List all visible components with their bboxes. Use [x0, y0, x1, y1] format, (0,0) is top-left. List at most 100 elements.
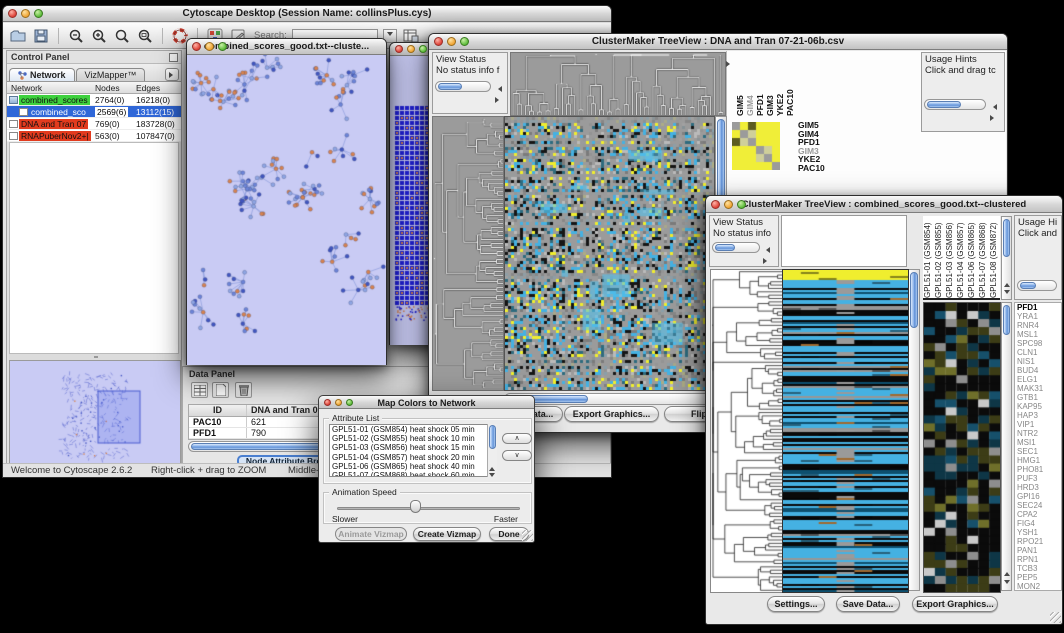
scroll-left-icon[interactable]	[763, 247, 770, 253]
new-attribute-icon[interactable]	[212, 382, 229, 398]
mini-heatmap[interactable]	[732, 122, 780, 170]
usage-hints-scrollbar[interactable]	[924, 99, 986, 110]
scroll-right-icon[interactable]	[763, 258, 770, 264]
attribute-item[interactable]: GPL51-01 (GSM854) heat shock 05 min	[330, 425, 496, 434]
save-icon[interactable]	[32, 27, 50, 45]
network-canvas[interactable]	[187, 55, 386, 365]
create-vizmap-button[interactable]: Create Vizmap	[413, 527, 481, 541]
gene-label[interactable]: HMG1	[1017, 456, 1061, 465]
view-status-scrollbar[interactable]	[435, 81, 491, 92]
scrollbar-thumb[interactable]	[438, 83, 462, 90]
scroll-up-icon[interactable]	[1002, 279, 1011, 288]
summary-heatmap[interactable]	[923, 302, 1001, 593]
gene-label[interactable]: SEC1	[1017, 447, 1061, 456]
tab-overflow-button[interactable]	[165, 68, 179, 81]
attribute-list-scrollbar[interactable]	[487, 424, 497, 477]
gene-label[interactable]: MON2	[1017, 582, 1061, 591]
gene-label[interactable]: GPI16	[1017, 492, 1061, 501]
scroll-down-icon[interactable]	[1002, 289, 1011, 298]
scrollbar-thumb[interactable]	[910, 272, 918, 328]
gene-label[interactable]: NIS1	[1017, 357, 1061, 366]
open-folder-icon[interactable]	[9, 27, 27, 45]
delete-attribute-icon[interactable]	[235, 382, 252, 398]
scrollbar-thumb[interactable]	[1020, 282, 1036, 289]
zoom-selected-icon[interactable]	[113, 27, 131, 45]
scroll-left-icon[interactable]	[990, 104, 997, 110]
gene-label[interactable]: YRA1	[1017, 312, 1061, 321]
scrollbar-thumb[interactable]	[489, 425, 496, 449]
col-nodes[interactable]: Nodes	[95, 83, 120, 93]
minimize-button[interactable]	[724, 200, 733, 209]
gene-label[interactable]: FIG4	[1017, 519, 1061, 528]
dialog-titlebar[interactable]: Map Colors to Network	[319, 396, 534, 409]
minimize-button[interactable]	[335, 399, 342, 406]
scrollbar-thumb[interactable]	[1003, 219, 1010, 257]
gene-label[interactable]: PUF3	[1017, 474, 1061, 483]
scrollbar-thumb[interactable]	[1003, 305, 1010, 335]
row-dendrogram[interactable]	[432, 116, 504, 391]
resize-grip[interactable]	[522, 530, 533, 541]
row-dendrogram[interactable]	[710, 269, 783, 593]
heatmap-canvas[interactable]	[782, 269, 909, 593]
zoom-out-icon[interactable]	[67, 27, 85, 45]
speed-slider-track[interactable]	[337, 507, 520, 510]
attribute-item[interactable]: GPL51-06 (GSM865) heat shock 40 min	[330, 462, 496, 471]
gene-label[interactable]: HAP3	[1017, 411, 1061, 420]
float-panel-icon[interactable]	[169, 53, 178, 62]
gene-label[interactable]: CPA2	[1017, 510, 1061, 519]
column-labels-scrollbar[interactable]	[1001, 216, 1012, 300]
gene-label[interactable]: SPC98	[1017, 339, 1061, 348]
gene-label[interactable]: HRD3	[1017, 483, 1061, 492]
scroll-right-icon[interactable]	[495, 97, 502, 103]
scrollbar-thumb[interactable]	[927, 101, 961, 108]
tv2-titlebar[interactable]: ClusterMaker TreeView : combined_scores_…	[706, 196, 1062, 213]
net1-titlebar[interactable]: combined_scores_good.txt--cluste...	[187, 39, 386, 55]
gene-label[interactable]: TCB3	[1017, 564, 1061, 573]
tab-network[interactable]: Network	[9, 68, 75, 81]
scroll-down-icon[interactable]	[489, 473, 495, 480]
gene-label[interactable]: RNR4	[1017, 321, 1061, 330]
tab-vizmapper[interactable]: VizMapper™	[76, 68, 146, 81]
network-row-combined-sco-selected[interactable]: combined_sco 2569(6) 13112(15)	[7, 106, 181, 118]
gene-label[interactable]: CLN1	[1017, 348, 1061, 357]
gene-label[interactable]: VIP1	[1017, 420, 1061, 429]
gene-label[interactable]: MSL1	[1017, 330, 1061, 339]
gene-list-scrollbar[interactable]	[1001, 302, 1012, 591]
scroll-right-icon[interactable]	[990, 115, 997, 121]
usage-hints-scrollbar[interactable]	[1017, 280, 1057, 291]
gene-label[interactable]: NTR2	[1017, 429, 1061, 438]
scroll-up-icon[interactable]	[1002, 568, 1011, 577]
gene-label[interactable]: KAP95	[1017, 402, 1061, 411]
speed-slider-thumb[interactable]	[410, 500, 421, 513]
network-row-dna-tran[interactable]: DNA and Tran 07 769(0) 183728(0)	[7, 118, 181, 130]
attribute-item[interactable]: GPL51-03 (GSM856) heat shock 15 min	[330, 443, 496, 452]
minimize-button[interactable]	[407, 45, 415, 53]
gene-label[interactable]: PFD1	[1017, 303, 1061, 312]
close-button[interactable]	[8, 9, 17, 18]
attribute-item[interactable]: GPL51-07 (GSM868) heat shock 60 min	[330, 471, 496, 477]
tv1-titlebar[interactable]: ClusterMaker TreeView : DNA and Tran 07-…	[429, 34, 1007, 50]
view-status-scrollbar[interactable]	[712, 242, 760, 253]
gene-label[interactable]: MSI1	[1017, 438, 1061, 447]
move-up-button[interactable]: ∧	[502, 433, 532, 444]
column-tree-area[interactable]	[781, 215, 907, 267]
heatmap-canvas[interactable]	[504, 116, 715, 391]
export-graphics-button[interactable]: Export Graphics...	[912, 596, 998, 612]
network-list-area[interactable]	[9, 142, 179, 354]
attribute-item[interactable]: GPL51-02 (GSM855) heat shock 10 min	[330, 434, 496, 443]
heatmap-vscrollbar[interactable]	[908, 269, 920, 591]
gene-label[interactable]: ELG1	[1017, 375, 1061, 384]
gene-label[interactable]: PHO81	[1017, 465, 1061, 474]
gene-label[interactable]: RPO21	[1017, 537, 1061, 546]
gene-label[interactable]: PEP5	[1017, 573, 1061, 582]
save-data-button[interactable]: Save Data...	[836, 596, 900, 612]
gene-label[interactable]: GTB1	[1017, 393, 1061, 402]
network-row-combined-scores[interactable]: combined_scores 2764(0) 16218(0)	[7, 94, 181, 106]
minimize-button[interactable]	[205, 42, 214, 51]
close-button[interactable]	[192, 42, 201, 51]
zoom-fit-icon[interactable]	[136, 27, 154, 45]
zoom-button[interactable]	[34, 9, 43, 18]
birds-eye-view[interactable]	[9, 360, 181, 466]
move-down-button[interactable]: ∨	[502, 450, 532, 461]
zoom-button[interactable]	[737, 200, 746, 209]
